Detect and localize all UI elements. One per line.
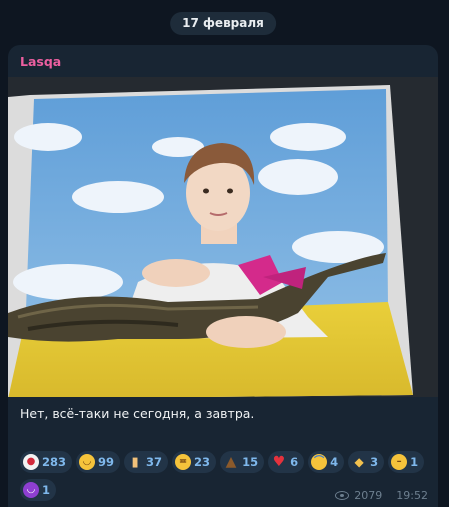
reaction-count: 37: [146, 455, 163, 469]
reaction-handshake[interactable]: ◆ 3: [348, 451, 385, 473]
reaction-count: 3: [370, 455, 379, 469]
reaction-count: 1: [410, 455, 419, 469]
message-photo[interactable]: [8, 77, 438, 397]
eye-icon: [335, 491, 350, 500]
reaction-neutral[interactable]: – 1: [388, 451, 425, 473]
reaction-count: 283: [42, 455, 67, 469]
reaction-grinning[interactable]: ≖ 23: [172, 451, 217, 473]
smiling-devil-icon: ◡: [23, 482, 39, 498]
reaction-count: 1: [42, 483, 51, 497]
rofl-face-icon: ◡: [79, 454, 96, 470]
message-time: 19:52: [396, 489, 428, 502]
date-separator: 17 февраля: [170, 12, 276, 35]
sender-name[interactable]: Lasqa: [20, 54, 61, 69]
message-text: Нет, всё-таки не сегодня, а завтра.: [20, 406, 255, 421]
neutral-face-icon: –: [391, 454, 408, 470]
message-bubble[interactable]: Lasqa Нет, всё-таки не сегодня, а завтра…: [8, 45, 438, 507]
photo-image: [8, 77, 438, 397]
reaction-count: 99: [98, 455, 115, 469]
reaction-clown[interactable]: ● 283: [20, 451, 73, 473]
reaction-count: 6: [290, 455, 299, 469]
grinning-squint-face-icon: ≖: [175, 454, 192, 470]
reaction-count: 23: [194, 455, 211, 469]
reaction-rofl[interactable]: ◡ 99: [76, 451, 121, 473]
reaction-middle-finger[interactable]: ▮ 37: [124, 451, 169, 473]
red-heart-icon: ♥: [272, 454, 286, 470]
view-count: 2079: [354, 489, 383, 502]
reaction-devil[interactable]: ◡ 1: [20, 479, 57, 501]
reaction-count: 4: [330, 455, 339, 469]
reaction-heart[interactable]: ♥ 6: [268, 451, 305, 473]
pile-of-poo-icon: ▲: [225, 454, 237, 470]
handshake-icon: ◆: [354, 455, 364, 469]
reaction-count: 15: [242, 455, 259, 469]
clown-face-icon: ●: [23, 454, 39, 470]
crying-face-icon: ⌒: [311, 454, 328, 470]
reaction-crying[interactable]: ⌒ 4: [308, 451, 345, 473]
middle-finger-icon: ▮: [131, 454, 139, 470]
message-meta: 2079 19:52: [335, 489, 428, 502]
reaction-poo[interactable]: ▲ 15: [220, 451, 265, 473]
